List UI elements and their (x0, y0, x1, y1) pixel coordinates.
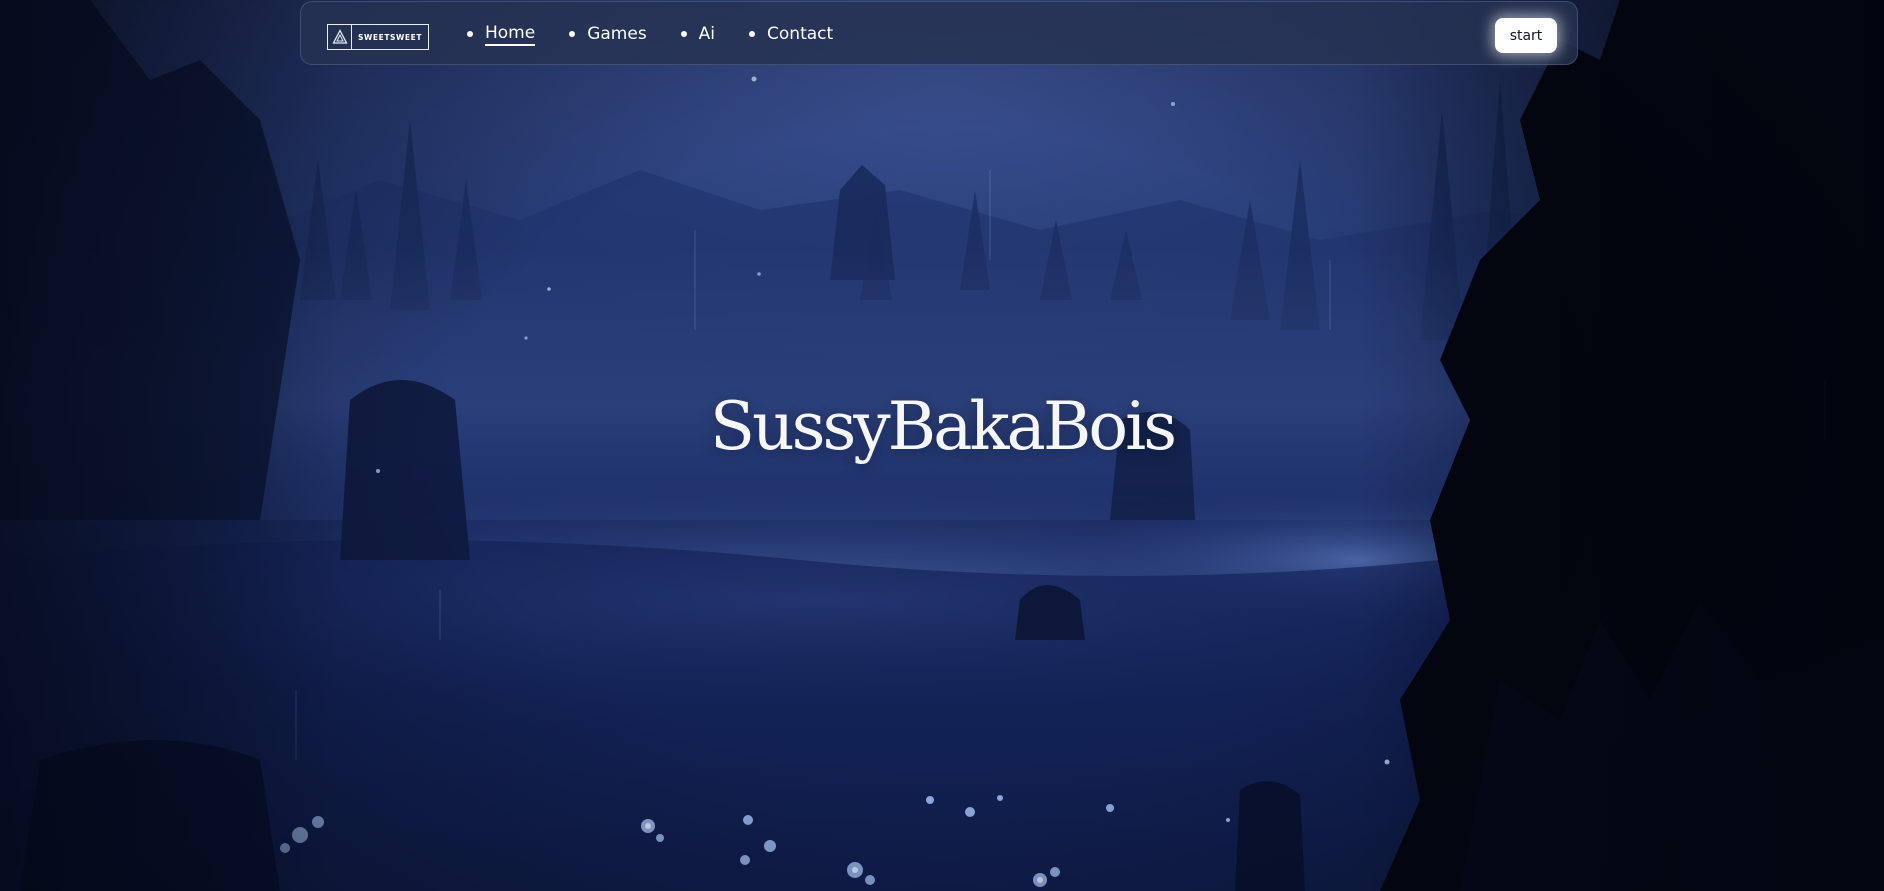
nav-item-home[interactable]: Home (467, 23, 536, 46)
page: SWEETSWEET Home Games Ai Contact start S… (0, 0, 1884, 891)
nav-link-label[interactable]: Games (587, 24, 646, 44)
bullet-dot-icon (467, 31, 473, 37)
bullet-dot-icon (749, 31, 756, 37)
nav-item-ai[interactable]: Ai (680, 24, 715, 44)
bullet-dot-icon (569, 31, 576, 37)
nav-menu: Home Games Ai Contact (467, 2, 867, 66)
nav-item-contact[interactable]: Contact (749, 24, 833, 44)
nav-link-label[interactable]: Contact (767, 24, 833, 44)
brand-name: SWEETSWEET (358, 32, 423, 42)
bullet-dot-icon (680, 31, 687, 37)
nav-link-label[interactable]: Ai (699, 24, 715, 44)
start-button[interactable]: start (1495, 18, 1557, 53)
hero-title: SussyBakaBois (709, 388, 1177, 465)
brand-logo[interactable]: SWEETSWEET (327, 24, 429, 50)
nav-link-label[interactable]: Home (485, 23, 536, 46)
triangle-logo-icon (328, 25, 352, 49)
nav-item-games[interactable]: Games (569, 24, 647, 44)
top-navbar: SWEETSWEET Home Games Ai Contact start (300, 1, 1578, 65)
